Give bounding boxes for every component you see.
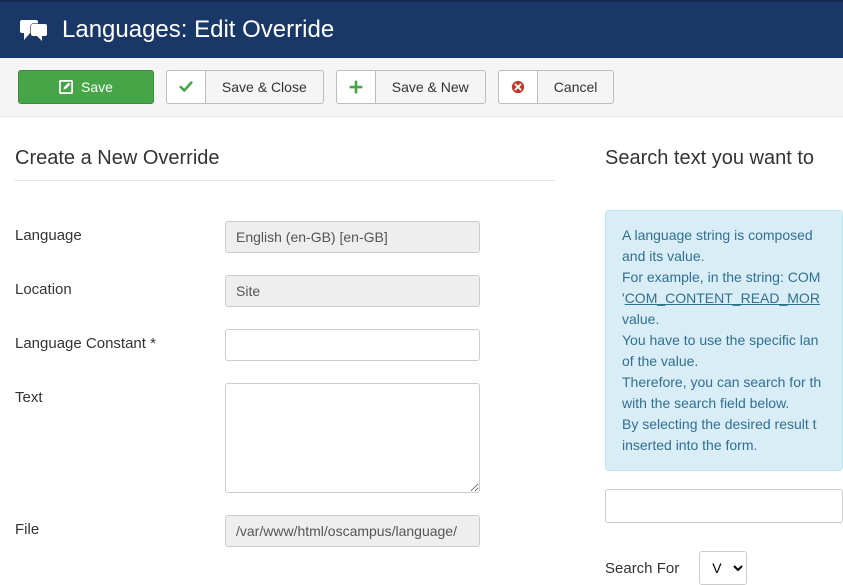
row-constant: Language Constant * <box>15 329 555 361</box>
label-language: Language <box>15 221 225 244</box>
check-icon <box>179 80 193 94</box>
save-new-icon-button[interactable] <box>336 70 375 104</box>
save-new-group: Save & New <box>336 70 486 104</box>
search-for-row: Search For V <box>605 551 843 585</box>
left-column: Create a New Override Language Location … <box>15 147 555 585</box>
save-close-icon-button[interactable] <box>166 70 205 104</box>
input-language <box>225 221 480 253</box>
save-button[interactable]: Save <box>18 70 154 104</box>
row-location: Location <box>15 275 555 307</box>
row-file: File <box>15 515 555 547</box>
cancel-icon-button[interactable] <box>498 70 537 104</box>
input-file <box>225 515 480 547</box>
cancel-group: Cancel <box>498 70 615 104</box>
cancel-button[interactable]: Cancel <box>537 70 615 104</box>
right-column: Search text you want to A language strin… <box>605 147 843 585</box>
comments-icon <box>20 18 48 42</box>
input-constant[interactable] <box>225 329 480 361</box>
label-file: File <box>15 515 225 538</box>
save-close-button[interactable]: Save & Close <box>205 70 324 104</box>
search-row <box>605 489 843 523</box>
info-box: A language string is composed and its va… <box>605 210 843 471</box>
content: Create a New Override Language Location … <box>0 117 843 585</box>
row-text: Text <box>15 383 555 493</box>
input-text[interactable] <box>225 383 480 493</box>
label-constant: Language Constant * <box>15 329 225 352</box>
search-for-label: Search For <box>605 560 679 577</box>
save-close-group: Save & Close <box>166 70 324 104</box>
label-location: Location <box>15 275 225 298</box>
plus-icon <box>349 80 363 94</box>
page-title: Languages: Edit Override <box>62 16 334 44</box>
label-text: Text <box>15 383 225 406</box>
input-location <box>225 275 480 307</box>
search-for-select[interactable]: V <box>699 551 747 585</box>
cancel-icon <box>511 80 525 94</box>
toolbar: Save Save & Close Save & New <box>0 58 843 117</box>
left-section-title: Create a New Override <box>15 147 555 181</box>
search-input[interactable] <box>605 489 843 523</box>
right-section-title: Search text you want to <box>605 147 843 180</box>
check-edit-icon <box>59 80 73 94</box>
save-new-button[interactable]: Save & New <box>375 70 486 104</box>
row-language: Language <box>15 221 555 253</box>
page-header: Languages: Edit Override <box>0 6 843 58</box>
